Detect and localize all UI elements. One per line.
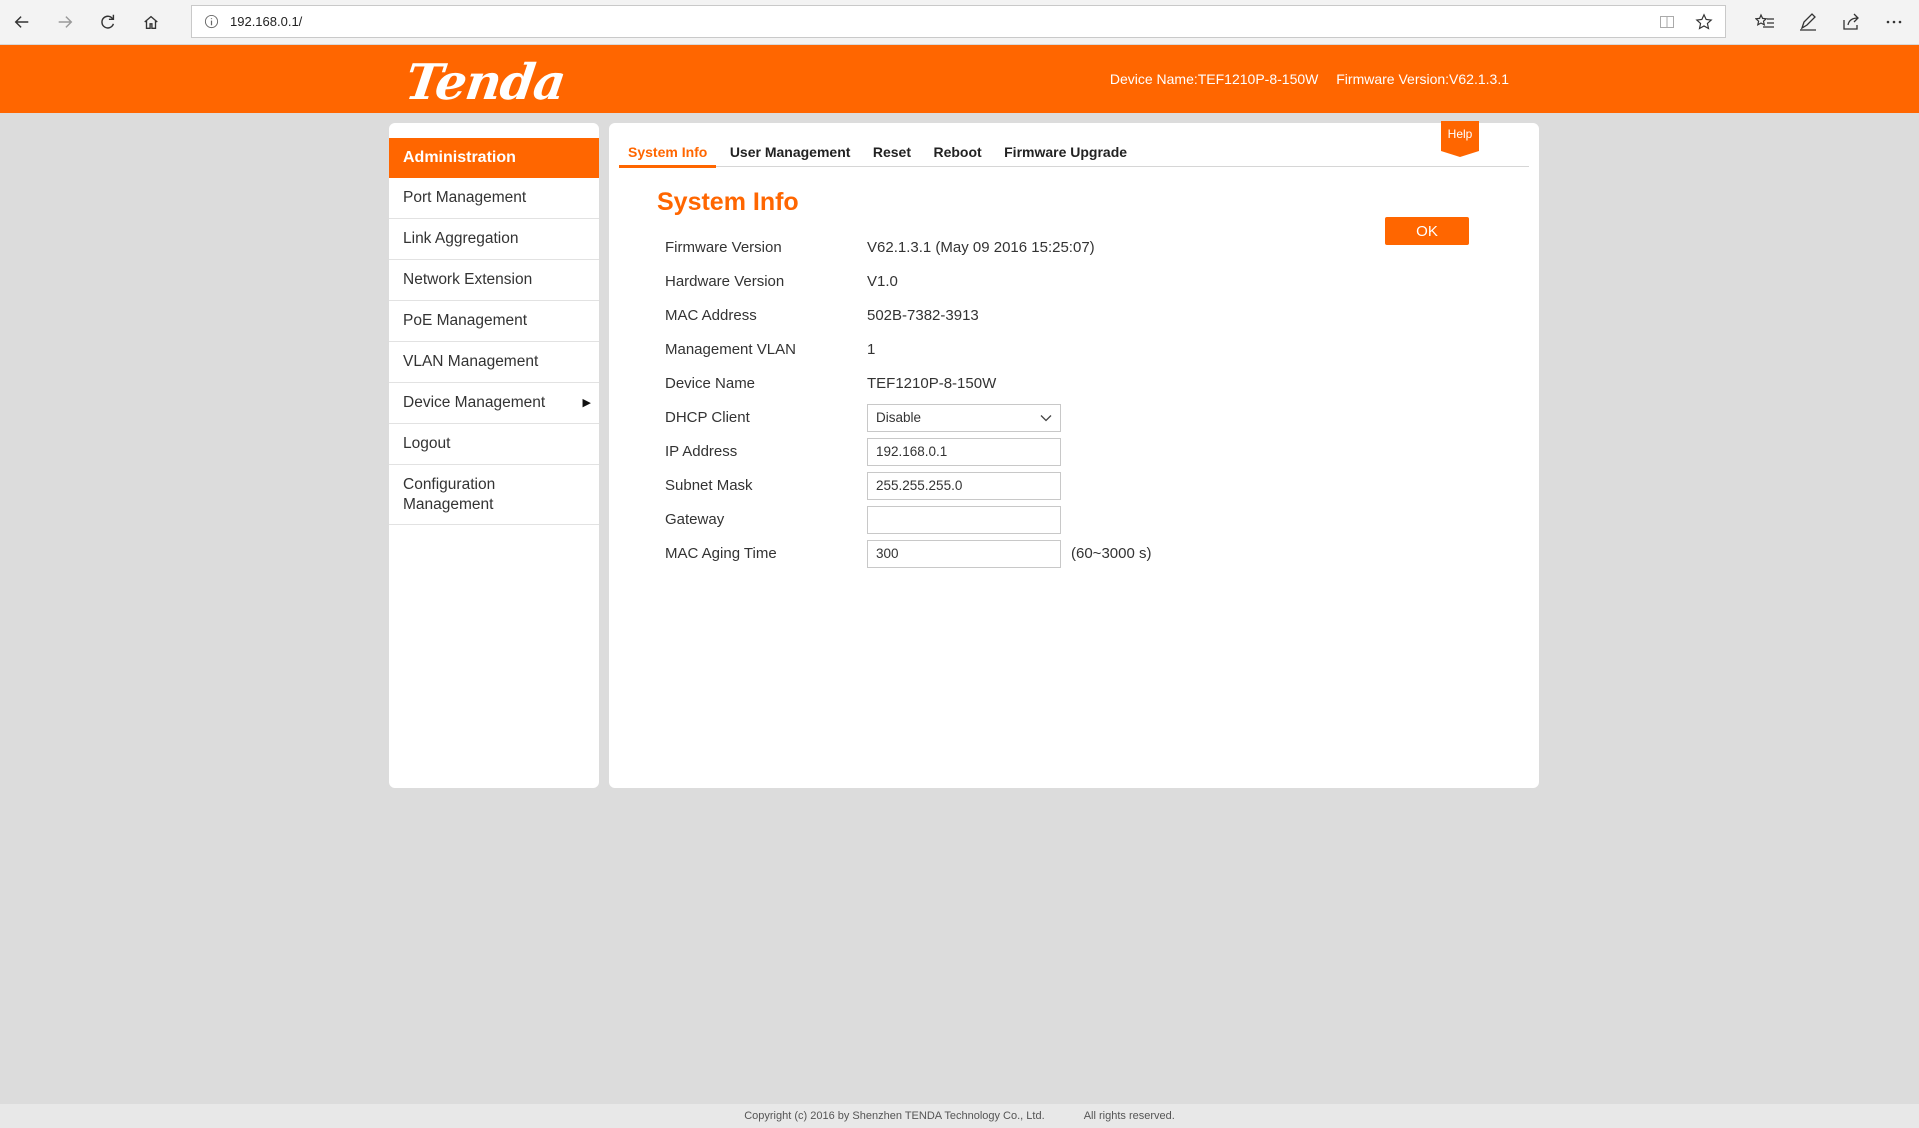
- arrow-right-icon: [58, 16, 73, 28]
- subnet-mask-input[interactable]: 255.255.255.0: [867, 472, 1061, 500]
- refresh-icon: [101, 14, 115, 29]
- ok-button[interactable]: OK: [1385, 217, 1469, 245]
- main-panel: System Info User Management Reset Reboot…: [609, 121, 1539, 788]
- sidebar-item-link-aggregation[interactable]: Link Aggregation: [389, 219, 599, 260]
- favorites-hub-icon[interactable]: [1755, 12, 1775, 32]
- mac-address-label: MAC Address: [665, 307, 757, 324]
- management-vlan-value: 1: [867, 341, 876, 358]
- header-device-info: Device Name:TEF1210P-8-150W Firmware Ver…: [1096, 71, 1509, 87]
- share-icon[interactable]: [1841, 12, 1861, 32]
- more-options-icon[interactable]: [1884, 12, 1904, 32]
- footer-rights: All rights reserved.: [1083, 1110, 1175, 1122]
- tenda-logo: Tenda: [401, 53, 569, 111]
- device-name-label: Device Name: [665, 375, 756, 392]
- home-button[interactable]: [136, 7, 166, 37]
- ip-address-label: IP Address: [665, 443, 738, 460]
- sidebar-item-vlan-management[interactable]: VLAN Management: [389, 342, 599, 383]
- hardware-version-label: Hardware Version: [665, 273, 785, 290]
- forward-button[interactable]: [50, 7, 80, 37]
- firmware-version-label: Firmware Version: [665, 239, 782, 256]
- sidebar-item-poe-management[interactable]: PoE Management: [389, 301, 599, 342]
- tab-reboot[interactable]: Reboot: [924, 140, 990, 165]
- subnet-mask-label: Subnet Mask: [665, 477, 753, 494]
- home-icon: [144, 15, 158, 29]
- browser-toolbar: 192.168.0.1/: [0, 0, 1919, 45]
- device-name-value: TEF1210P-8-150W: [867, 375, 997, 392]
- submenu-arrow-icon: ▶: [582, 397, 591, 409]
- sidebar-item-network-extension[interactable]: Network Extension: [389, 260, 599, 301]
- mac-aging-time-range-hint: (60~3000 s): [1071, 545, 1152, 562]
- site-info-icon[interactable]: [204, 14, 219, 29]
- gateway-input[interactable]: [867, 506, 1061, 534]
- tab-system-info[interactable]: System Info: [619, 140, 717, 168]
- sidebar-item-logout[interactable]: Logout: [389, 424, 599, 465]
- url-text: 192.168.0.1/: [230, 14, 303, 29]
- back-button[interactable]: [7, 7, 37, 37]
- header-firmware-version: Firmware Version:V62.1.3.1: [1336, 71, 1509, 87]
- footer: Copyright (c) 2016 by Shenzhen TENDA Tec…: [0, 1104, 1919, 1128]
- reading-view-icon[interactable]: [1659, 14, 1675, 30]
- firmware-version-value: V62.1.3.1 (May 09 2016 15:25:07): [867, 239, 1095, 256]
- gateway-label: Gateway: [665, 511, 725, 528]
- tab-firmware-upgrade[interactable]: Firmware Upgrade: [995, 140, 1136, 165]
- footer-copyright: Copyright (c) 2016 by Shenzhen TENDA Tec…: [744, 1110, 1045, 1122]
- management-vlan-label: Management VLAN: [665, 341, 796, 358]
- mac-aging-time-input[interactable]: 300: [867, 540, 1061, 568]
- refresh-button[interactable]: [93, 7, 123, 37]
- address-bar[interactable]: 192.168.0.1/: [191, 5, 1726, 38]
- mac-address-value: 502B-7382-3913: [867, 307, 979, 324]
- sidebar-item-administration[interactable]: Administration: [389, 138, 599, 178]
- sidebar-item-configuration-management[interactable]: Configuration Management: [389, 465, 599, 525]
- pen-notes-icon[interactable]: [1798, 12, 1818, 32]
- sidebar-item-port-management[interactable]: Port Management: [389, 178, 599, 219]
- dhcp-client-selected-value: Disable: [876, 410, 922, 425]
- chevron-down-icon: [1040, 415, 1052, 422]
- sidebar-menu: Administration Port Management Link Aggr…: [389, 123, 599, 788]
- tab-user-management[interactable]: User Management: [721, 140, 860, 165]
- header-device-name: Device Name:TEF1210P-8-150W: [1109, 71, 1319, 87]
- brand-header: Tenda Device Name:TEF1210P-8-150W Firmwa…: [0, 45, 1919, 113]
- help-button[interactable]: Help: [1441, 121, 1479, 157]
- hardware-version-value: V1.0: [867, 273, 898, 290]
- sidebar-item-label: Device Management: [403, 394, 546, 411]
- mac-aging-time-label: MAC Aging Time: [665, 545, 777, 562]
- dhcp-client-select[interactable]: Disable: [867, 404, 1061, 432]
- tab-reset[interactable]: Reset: [864, 140, 920, 165]
- ip-address-input[interactable]: 192.168.0.1: [867, 438, 1061, 466]
- page-title: System Info: [657, 188, 799, 216]
- dhcp-client-label: DHCP Client: [665, 409, 750, 426]
- arrow-left-icon: [14, 16, 29, 28]
- tab-bar: System Info User Management Reset Reboot…: [619, 140, 1529, 168]
- favorite-star-icon[interactable]: [1695, 13, 1713, 31]
- sidebar-item-device-management[interactable]: Device Management ▶: [389, 383, 599, 424]
